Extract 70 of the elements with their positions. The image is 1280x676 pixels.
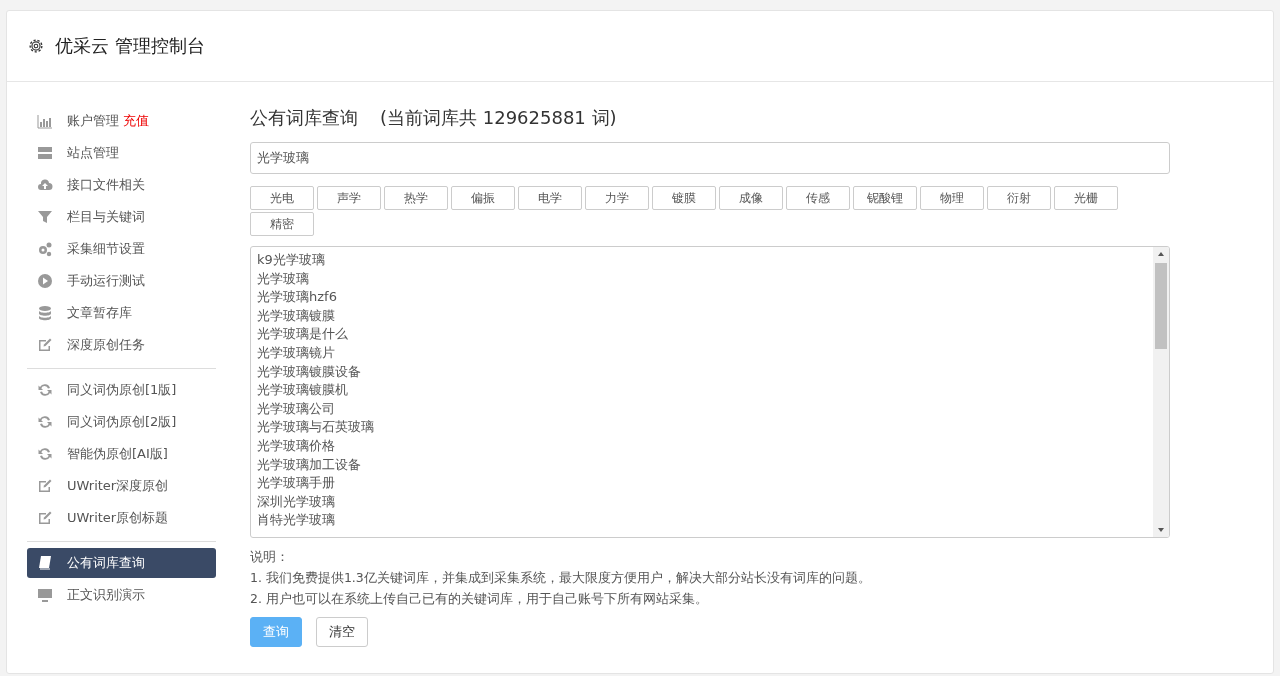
book-icon	[37, 555, 53, 571]
settings-icon	[27, 37, 45, 55]
database-icon	[37, 305, 53, 321]
sidebar-item[interactable]: 正文识别演示	[27, 580, 216, 610]
sidebar-item[interactable]: 站点管理	[27, 138, 216, 168]
keyword-tag[interactable]: 热学	[384, 186, 448, 210]
sidebar-item[interactable]: 同义词伪原创[2版]	[27, 407, 216, 437]
sidebar-item[interactable]: 深度原创任务	[27, 330, 216, 360]
sidebar-item[interactable]: 同义词伪原创[1版]	[27, 375, 216, 405]
refresh-icon	[37, 382, 53, 398]
recharge-link[interactable]: 充值	[123, 112, 149, 130]
server-icon	[37, 145, 53, 161]
result-item: 光学玻璃镜片	[257, 343, 336, 362]
sidebar-item[interactable]: 公有词库查询	[27, 548, 216, 578]
cloud-upload-icon	[37, 177, 53, 193]
result-item: k9光学玻璃	[257, 251, 326, 269]
keyword-tag[interactable]: 传感	[786, 186, 850, 210]
keyword-tag[interactable]: 声学	[317, 186, 381, 210]
result-item: 光学玻璃镀膜机	[257, 381, 349, 400]
keyword-tag[interactable]: 光电	[250, 186, 314, 210]
keyword-tag[interactable]: 物理	[920, 186, 984, 210]
monitor-icon	[37, 587, 53, 603]
sidebar-item[interactable]: 接口文件相关	[27, 170, 216, 200]
result-item: 光学玻璃是什么	[257, 325, 349, 344]
play-circle-icon	[37, 273, 53, 289]
keyword-tag[interactable]: 成像	[719, 186, 783, 210]
result-item: 光学玻璃公司	[257, 399, 336, 418]
bar-chart-icon	[37, 113, 53, 129]
keyword-tag[interactable]: 偏振	[451, 186, 515, 210]
sidebar-item[interactable]: 账户管理 充值	[27, 106, 216, 136]
sidebar-item[interactable]: UWriter深度原创	[27, 471, 216, 501]
refresh-icon	[37, 446, 53, 462]
keyword-tag[interactable]: 光栅	[1054, 186, 1118, 210]
keyword-tag[interactable]: 电学	[518, 186, 582, 210]
result-item: 光学玻璃hzf6	[257, 288, 338, 307]
result-item: 光学玻璃	[257, 269, 310, 288]
keyword-tag[interactable]: 镀膜	[652, 186, 716, 210]
scrollbar[interactable]	[1153, 247, 1169, 537]
keyword-tag[interactable]: 精密	[250, 212, 314, 236]
result-item: 光学玻璃镀膜	[257, 306, 336, 325]
word-count: (当前词库共 129625881 词)	[380, 106, 617, 130]
keyword-tag[interactable]: 衍射	[987, 186, 1051, 210]
result-item: 肖特光学玻璃	[257, 511, 336, 530]
result-item: 光学玻璃价格	[257, 436, 336, 455]
edit-icon	[37, 510, 53, 526]
sidebar-item[interactable]: 智能伪原创[AI版]	[27, 439, 216, 469]
sidebar-item[interactable]: UWriter原创标题	[27, 503, 216, 533]
keyword-tag[interactable]: 铌酸锂	[853, 186, 917, 210]
gears-icon	[37, 241, 53, 257]
note-text: 说明：	[250, 548, 290, 566]
edit-icon	[37, 337, 53, 353]
keyword-tag[interactable]: 力学	[585, 186, 649, 210]
page-title: 优采云 管理控制台	[55, 34, 205, 58]
result-item: 光学玻璃与石英玻璃	[257, 418, 375, 437]
note-text: 2. 用户也可以在系统上传自己已有的关键词库，用于自己账号下所有网站采集。	[250, 590, 709, 608]
clear-button[interactable]: 清空	[316, 617, 368, 647]
filter-icon	[37, 209, 53, 225]
sidebar-item[interactable]: 手动运行测试	[27, 266, 216, 296]
search-field[interactable]: 光学玻璃	[250, 142, 1170, 174]
sidebar-item[interactable]: 文章暂存库	[27, 298, 216, 328]
result-item: 光学玻璃手册	[257, 474, 336, 493]
edit-icon	[37, 478, 53, 494]
note-text: 1. 我们免费提供1.3亿关键词库，并集成到采集系统，最大限度方便用户，解决大部分站长没有词库的问题。	[250, 569, 872, 587]
section-title: 公有词库查询	[250, 106, 358, 130]
sidebar-item[interactable]: 采集细节设置	[27, 234, 216, 264]
result-item: 深圳光学玻璃	[257, 492, 336, 511]
refresh-icon	[37, 414, 53, 430]
result-item: 光学玻璃加工设备	[257, 455, 362, 474]
result-item: 光学玻璃镀膜设备	[257, 362, 362, 381]
sidebar-item[interactable]: 栏目与关键词	[27, 202, 216, 232]
